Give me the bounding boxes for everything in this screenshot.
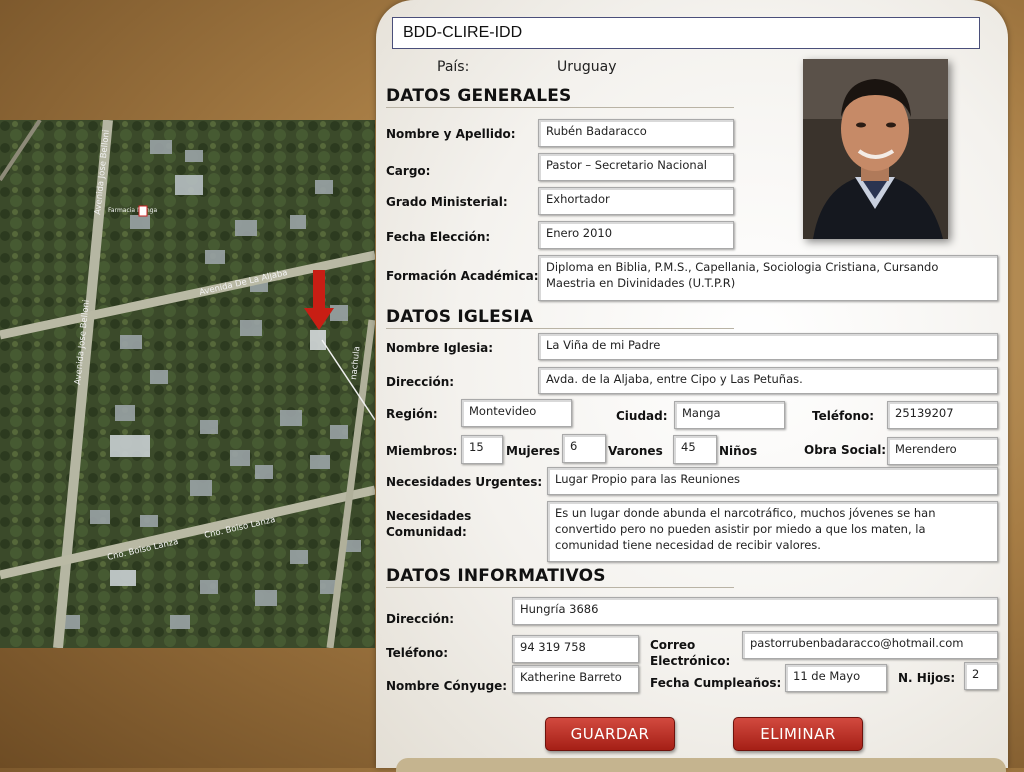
obra-social-label: Obra Social: [804,443,887,457]
region-label: Región: [386,407,438,421]
correo-label: Correo Electrónico: [650,638,731,668]
direccion-info-label: Dirección: [386,612,455,626]
telefono-iglesia-field[interactable]: 25139207 [887,401,998,429]
necesidades-comunidad-field[interactable]: Es un lugar donde abunda el narcotráfico… [547,501,998,562]
pharmacy-label: Farmacia Manga [108,207,157,214]
grado-field[interactable]: Exhortador [538,187,734,215]
pharmacy-marker-icon [138,205,148,217]
ninos-label: Niños [719,444,758,458]
direccion-iglesia-label: Dirección: [386,375,455,389]
fecha-eleccion-label: Fecha Elección: [386,230,491,244]
guardar-button[interactable]: GUARDAR [545,717,675,751]
conyuge-label: Nombre Cónyuge: [386,679,508,693]
formacion-field[interactable]: Diploma en Biblia, P.M.S., Capellania, S… [538,255,998,301]
name-label: Nombre y Apellido: [386,127,516,141]
varones-field[interactable]: 45 [673,435,717,464]
correo-field[interactable]: pastorrubenbadaracco@hotmail.com [742,631,998,659]
record-title: BDD-CLIRE-IDD [392,17,980,49]
fecha-eleccion-field[interactable]: Enero 2010 [538,221,734,249]
direccion-iglesia-field[interactable]: Avda. de la Aljaba, entre Cipo y Las Pet… [538,367,998,394]
necesidades-urgentes-label: Necesidades Urgentes: [386,475,543,489]
telefono-info-label: Teléfono: [386,646,449,660]
card-bottom-strip [396,758,1006,772]
mujeres-field[interactable]: 6 [562,434,606,463]
nombre-iglesia-label: Nombre Iglesia: [386,341,494,355]
nombre-iglesia-field[interactable]: La Viña de mi Padre [538,333,998,360]
aerial-map: Avenida Jose Belloni Avenida Jose Bellon… [0,120,375,648]
ciudad-label: Ciudad: [616,409,668,423]
name-field[interactable]: Rubén Badaracco [538,119,734,147]
section-datos-informativos: DATOS INFORMATIVOS [386,566,734,588]
obra-social-field[interactable]: Merendero [887,437,998,465]
direccion-info-field[interactable]: Hungría 3686 [512,597,998,625]
cargo-label: Cargo: [386,164,431,178]
cumpleanos-field[interactable]: 11 de Mayo [785,664,887,692]
hijos-field[interactable]: 2 [964,662,998,690]
ciudad-field[interactable]: Manga [674,401,785,429]
conyuge-field[interactable]: Katherine Barreto [512,665,639,693]
country-value: Uruguay [557,59,617,75]
miembros-label: Miembros: [386,444,458,458]
eliminar-button[interactable]: ELIMINAR [733,717,863,751]
telefono-iglesia-label: Teléfono: [812,409,875,423]
formacion-label: Formación Académica: [386,269,539,283]
country-label: País: [437,59,470,75]
section-datos-generales: DATOS GENERALES [386,86,734,108]
grado-label: Grado Ministerial: [386,195,508,209]
telefono-info-field[interactable]: 94 319 758 [512,635,639,663]
miembros-field[interactable]: 15 [461,435,503,464]
cumpleanos-label: Fecha Cumpleaños: [650,676,782,690]
hijos-label: N. Hijos: [898,671,956,685]
necesidades-urgentes-field[interactable]: Lugar Propio para las Reuniones [547,467,998,495]
cargo-field[interactable]: Pastor – Secretario Nacional [538,153,734,181]
region-field[interactable]: Montevideo [461,399,572,427]
section-datos-iglesia: DATOS IGLESIA [386,307,734,329]
varones-label: Varones [608,444,663,458]
pastor-photo [803,59,948,239]
mujeres-label: Mujeres [506,444,560,458]
necesidades-comunidad-label: Necesidades Comunidad: [386,509,472,539]
